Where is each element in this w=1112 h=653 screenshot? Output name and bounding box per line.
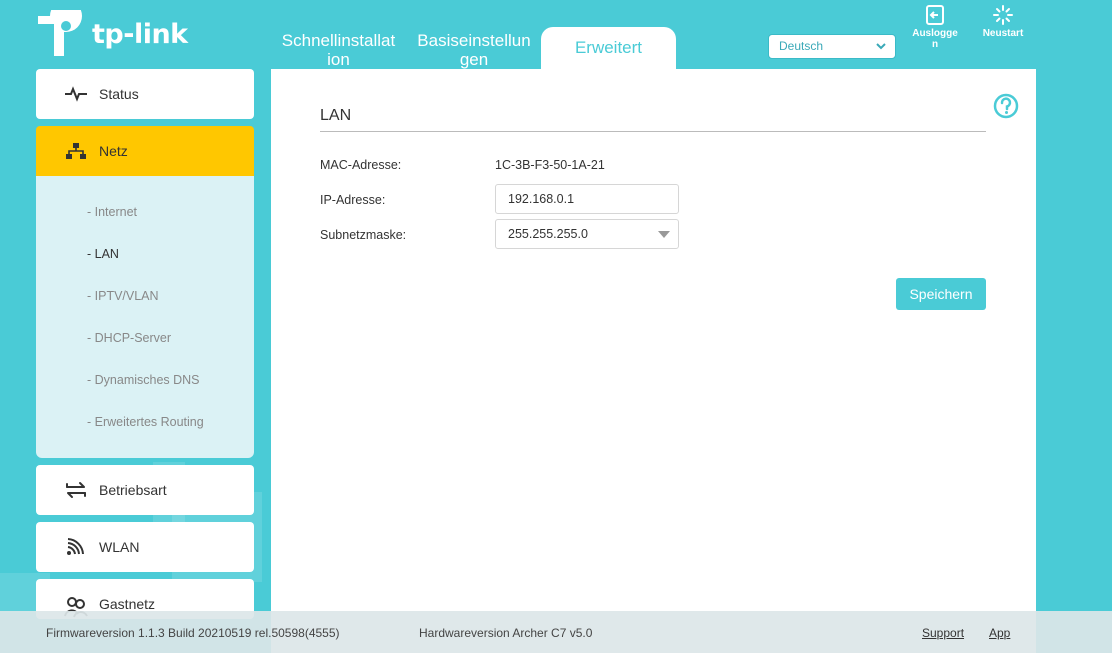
language-selected: Deutsch: [779, 39, 824, 53]
ip-address-input[interactable]: 192.168.0.1: [495, 184, 679, 214]
brand-name: tp-link: [92, 18, 188, 50]
sidebar-item-label: Status: [99, 86, 139, 102]
subnet-mask-label: Subnetzmaske:: [320, 228, 407, 242]
main-panel: LAN MAC-Adresse: 1C-3B-F3-50-1A-21 IP-Ad…: [271, 69, 1036, 653]
page-title: LAN: [320, 107, 352, 124]
ip-address-label: IP-Adresse:: [320, 193, 386, 207]
submenu-lan[interactable]: - LAN: [87, 247, 119, 261]
tp-link-logo: tp-link: [36, 10, 188, 58]
submenu-internet[interactable]: - Internet: [87, 205, 137, 219]
sidebar-item-label: WLAN: [99, 539, 140, 555]
subnet-mask-value: 255.255.255.0: [508, 227, 588, 241]
submenu-dynamic-dns[interactable]: - Dynamisches DNS: [87, 373, 200, 387]
mac-address-label: MAC-Adresse:: [320, 158, 402, 172]
logout-icon: [926, 5, 944, 25]
submenu-iptv-vlan[interactable]: - IPTV/VLAN: [87, 289, 159, 303]
language-select[interactable]: Deutsch: [768, 34, 896, 59]
sidebar-item-status[interactable]: Status: [36, 69, 254, 119]
hardware-version: Hardwareversion Archer C7 v5.0: [419, 626, 593, 640]
logout-label: Ausloggen: [912, 28, 958, 50]
support-link[interactable]: Support: [922, 626, 964, 640]
ip-address-value: 192.168.0.1: [508, 192, 575, 206]
dropdown-arrow-icon: [658, 231, 670, 238]
sidebar-item-label: Netz: [99, 143, 128, 159]
tab-advanced[interactable]: Erweitert: [541, 27, 676, 69]
footer: Firmwareversion 1.1.3 Build 20210519 rel…: [0, 611, 1112, 653]
reboot-icon: [993, 5, 1013, 25]
sidebar-item-label: Betriebsart: [99, 482, 167, 498]
submenu-dhcp-server[interactable]: - DHCP-Server: [87, 331, 171, 345]
pulse-icon: [63, 83, 89, 105]
firmware-version: Firmwareversion 1.1.3 Build 20210519 rel…: [46, 626, 340, 640]
title-divider: [320, 131, 986, 132]
logout-button[interactable]: Ausloggen: [908, 4, 962, 50]
network-icon: [63, 140, 89, 162]
swap-icon: [63, 479, 89, 501]
network-submenu: - Internet - LAN - IPTV/VLAN - DHCP-Serv…: [36, 176, 254, 458]
chevron-down-icon: [876, 43, 886, 50]
tab-basic[interactable]: Basiseinstellun gen: [412, 31, 536, 73]
submenu-advanced-routing[interactable]: - Erweitertes Routing: [87, 415, 204, 429]
save-button[interactable]: Speichern: [896, 278, 986, 310]
help-icon[interactable]: [993, 93, 1019, 119]
tab-quick-setup[interactable]: Schnellinstallat ion: [276, 31, 401, 73]
wifi-icon: [63, 536, 89, 558]
sidebar-item-operation-mode[interactable]: Betriebsart: [36, 465, 254, 515]
mac-address-value: 1C-3B-F3-50-1A-21: [495, 158, 605, 172]
subnet-mask-select[interactable]: 255.255.255.0: [495, 219, 679, 249]
sidebar-item-label: Gastnetz: [99, 596, 156, 612]
app-link[interactable]: App: [989, 626, 1010, 640]
tp-link-logo-icon: [38, 10, 82, 56]
reboot-button[interactable]: Neustart: [978, 4, 1028, 39]
sidebar-item-wlan[interactable]: WLAN: [36, 522, 254, 572]
reboot-label: Neustart: [982, 28, 1024, 39]
sidebar-item-network[interactable]: Netz: [36, 126, 254, 176]
